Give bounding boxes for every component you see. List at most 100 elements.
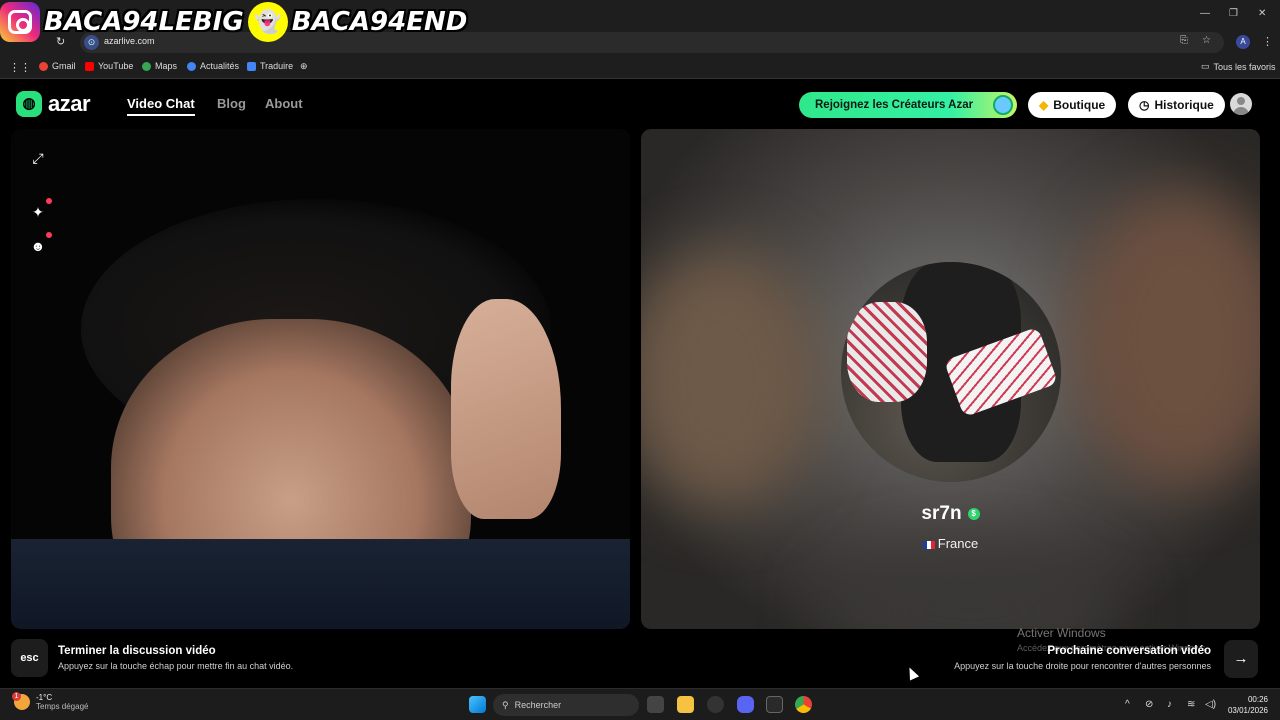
end-chat-hint: Appuyez sur la touche échap pour mettre … <box>58 661 294 671</box>
bookmark-youtube[interactable]: YouTube <box>85 61 133 71</box>
obs-icon[interactable] <box>707 696 724 713</box>
weather-widget[interactable]: 1 -1°C Temps dégagé <box>12 692 89 711</box>
bookmark-maps[interactable]: Maps <box>142 61 177 71</box>
blur-patch <box>641 249 821 509</box>
wifi-icon[interactable]: ≋ <box>1187 699 1195 710</box>
taskbar-search[interactable]: ⚲ Rechercher <box>493 694 639 716</box>
bookmark-label: Gmail <box>52 61 76 71</box>
nav-blog[interactable]: Blog <box>217 96 246 111</box>
close-window-icon[interactable]: ✕ <box>1258 8 1266 19</box>
minimize-icon[interactable]: — <box>1200 8 1210 19</box>
bookmark-translate[interactable]: Traduire <box>247 61 293 71</box>
taskbar-clock[interactable]: 00:26 03/01/2026 <box>1226 694 1268 716</box>
azar-logo[interactable]: ◍ azar <box>16 91 91 117</box>
translate-icon <box>247 61 256 71</box>
youtube-icon <box>85 61 94 71</box>
volume-icon[interactable]: ◁) <box>1205 699 1216 710</box>
creators-decoration-icon <box>993 95 1013 115</box>
apps-grid-icon[interactable]: ⋮⋮ <box>9 61 31 74</box>
photo-keffiyeh-shape <box>847 302 927 402</box>
clock-icon: ◷ <box>1139 98 1150 112</box>
expand-icon[interactable]: ⤢ <box>30 150 46 166</box>
bookmark-gmail[interactable]: Gmail <box>39 61 76 71</box>
chrome-icon[interactable] <box>795 696 812 713</box>
all-favorites-label: Tous les favoris <box>1213 61 1276 72</box>
azar-logo-icon: ◍ <box>16 91 42 117</box>
bookmark-label: YouTube <box>98 61 134 71</box>
end-chat-title: Terminer la discussion vidéo <box>58 645 216 657</box>
logo-text: azar <box>48 91 91 116</box>
creators-label: Rejoignez les Créateurs Azar <box>815 99 974 111</box>
windows-taskbar: 1 -1°C Temps dégagé ⚲ Rechercher ^ ⊘ ♪ ≋… <box>0 688 1280 720</box>
video-shirt-shape <box>11 539 630 629</box>
install-app-icon[interactable]: ⎘ <box>1180 35 1188 46</box>
remote-username: sr7n $ <box>641 503 1260 525</box>
search-placeholder: Rechercher <box>514 700 562 710</box>
bookmark-label: Traduire <box>260 61 294 71</box>
profile-icon[interactable]: A <box>1236 35 1250 49</box>
weather-description: Temps dégagé <box>36 702 89 711</box>
instagram-handle: BACA94LEBIG <box>44 7 244 37</box>
task-view-icon[interactable] <box>647 696 664 713</box>
instagram-icon <box>0 2 40 42</box>
app-header: ◍ azar Video Chat Blog About Rejoignez l… <box>0 80 1280 128</box>
camera-off-icon[interactable]: ⊘ <box>1145 699 1153 710</box>
maximize-icon[interactable]: ❐ <box>1229 8 1238 19</box>
snapchat-icon: 👻 <box>247 2 288 42</box>
bookmark-news[interactable]: Actualités <box>187 61 239 71</box>
tray-chevron-icon[interactable]: ^ <box>1125 699 1130 710</box>
end-chat-button[interactable]: esc <box>11 639 48 677</box>
discord-icon[interactable] <box>737 696 754 713</box>
temperature: -1°C <box>36 693 53 702</box>
bookmark-label: Maps <box>155 61 178 71</box>
join-creators-button[interactable]: Rejoignez les Créateurs Azar <box>799 92 1017 118</box>
nav-about[interactable]: About <box>265 96 303 111</box>
epic-games-icon[interactable] <box>766 696 783 713</box>
notification-dot <box>46 198 52 204</box>
blur-patch <box>1071 189 1260 489</box>
gmail-icon <box>39 61 48 71</box>
local-video <box>11 129 630 629</box>
clock-time: 00:26 <box>1247 695 1268 704</box>
file-explorer-icon[interactable] <box>677 696 694 713</box>
activate-windows-hint: Accédez aux paramètres pour activer Wind… <box>1017 643 1208 653</box>
remote-profile-photo <box>841 262 1061 482</box>
windows-start-icon[interactable] <box>469 696 486 713</box>
weather-badge: 1 <box>12 692 21 701</box>
username-text: sr7n <box>921 503 962 524</box>
next-chat-button[interactable]: → <box>1224 640 1258 678</box>
remote-country: France <box>641 536 1260 551</box>
weather-sun-icon: 1 <box>12 692 30 710</box>
nav-video-chat[interactable]: Video Chat <box>127 96 195 116</box>
effects-sparkle-icon[interactable]: ✦ <box>30 198 52 220</box>
bookmarks-bar: ⋮⋮ Gmail YouTube Maps Actualités Traduir… <box>0 55 1280 79</box>
history-button[interactable]: ◷ Historique <box>1128 92 1225 118</box>
bookmark-star-icon[interactable]: ☆ <box>1202 35 1211 46</box>
search-icon: ⚲ <box>502 699 509 710</box>
menu-dots-icon[interactable]: ⋮ <box>1262 35 1273 48</box>
news-icon <box>187 61 196 71</box>
history-label: Historique <box>1154 98 1214 112</box>
shop-button[interactable]: ◆ Boutique <box>1028 92 1117 118</box>
maps-icon <box>142 61 151 71</box>
user-avatar[interactable] <box>1230 93 1252 115</box>
notification-dot <box>46 232 52 238</box>
snapchat-handle: BACA94END <box>291 7 468 37</box>
remote-video: sr7n $ France <box>641 129 1260 629</box>
all-favorites[interactable]: ▭ Tous les favoris <box>1201 61 1276 72</box>
folder-icon: ▭ <box>1201 61 1210 71</box>
video-hand-shape <box>451 299 561 519</box>
france-flag-icon <box>922 540 935 549</box>
bookmark-label: Actualités <box>200 61 240 71</box>
clock-date: 03/01/2026 <box>1227 706 1268 715</box>
video-side-tools: ⤢ ✦ ☻ <box>30 150 52 254</box>
diamond-icon: ◆ <box>1039 98 1049 112</box>
activate-windows-title: Activer Windows <box>1017 626 1106 640</box>
country-text: France <box>937 536 979 551</box>
blur-patch <box>821 549 1121 629</box>
face-filter-icon[interactable]: ☻ <box>30 232 52 254</box>
microphone-icon[interactable]: ♪ <box>1167 699 1172 710</box>
globe-icon[interactable]: ⊕ <box>300 61 308 72</box>
verified-icon: $ <box>967 507 980 520</box>
shop-label: Boutique <box>1053 98 1106 112</box>
